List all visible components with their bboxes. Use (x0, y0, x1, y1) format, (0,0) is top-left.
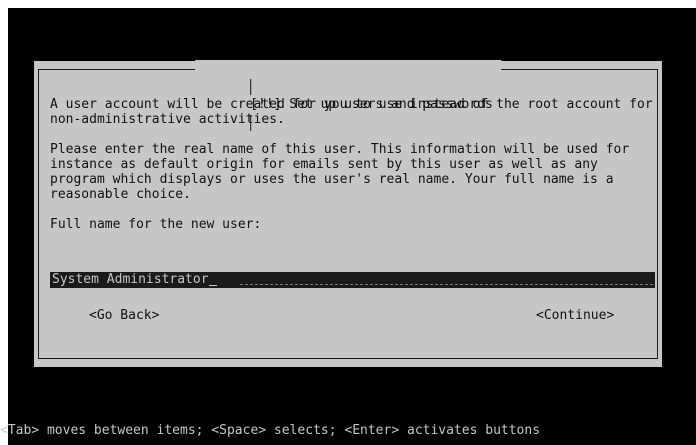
keyboard-help-line: <Tab> moves between items; <Space> selec… (0, 423, 541, 438)
go-back-button[interactable]: <Go Back> (89, 308, 159, 324)
dialog-content: A user account will be created for you t… (50, 97, 654, 232)
intro-paragraph: A user account will be created for you t… (50, 97, 653, 127)
continue-button[interactable]: <Continue> (536, 308, 614, 324)
full-name-input[interactable]: System Administrator (50, 272, 655, 288)
setup-users-dialog: [!!] Set up users and passwords A user a… (34, 60, 662, 367)
title-left-bar (250, 78, 252, 95)
full-name-label: Full name for the new user: (50, 217, 262, 232)
instruction-paragraph: Please enter the real name of this user.… (50, 142, 630, 202)
full-name-value: System Administrator (52, 272, 209, 287)
input-fill-line (240, 284, 653, 285)
text-cursor (208, 285, 217, 286)
